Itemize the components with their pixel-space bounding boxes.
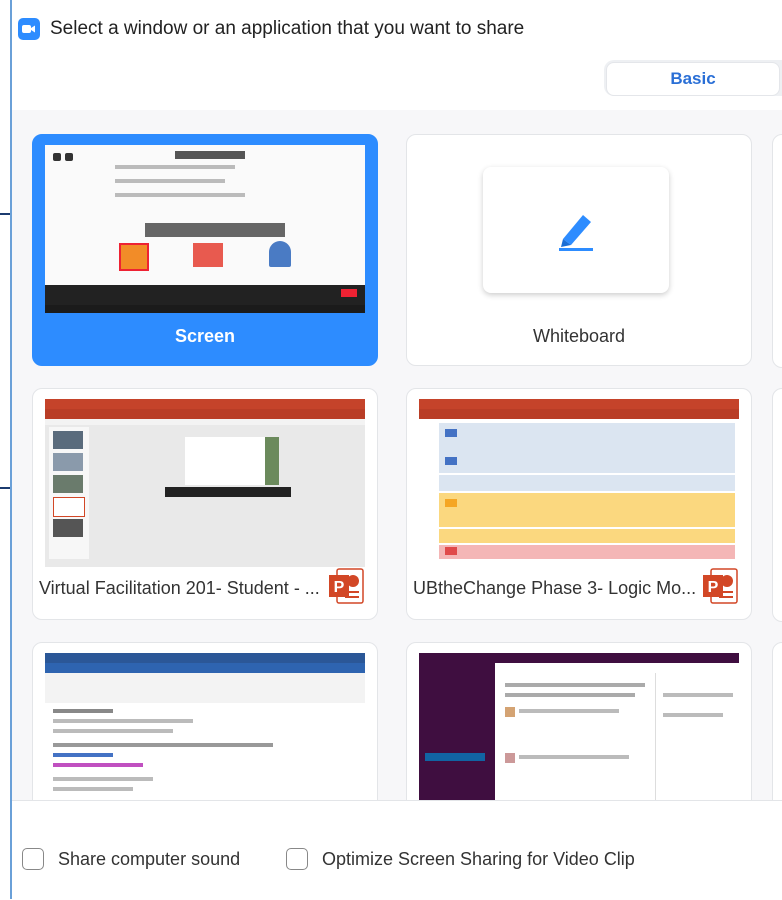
powerpoint-icon: P (703, 568, 738, 604)
share-card-outlook[interactable] (32, 642, 378, 800)
card-label-ppt-1: Virtual Facilitation 201- Student - ... (39, 578, 320, 598)
card-label-whiteboard: Whiteboard (532, 326, 626, 346)
share-card-slack[interactable] (406, 642, 752, 800)
slack-window-thumbnail (419, 653, 739, 800)
optimize-video-checkbox[interactable]: Optimize Screen Sharing for Video Clip (286, 848, 635, 870)
share-card-ppt-virtual-facilitation[interactable]: Virtual Facilitation 201- Student - ... … (32, 388, 378, 620)
share-options-grid: Screen Whiteboard Virtual Facilitation 2… (12, 110, 782, 800)
zoom-camera-icon (18, 18, 40, 40)
share-card-whiteboard[interactable]: Whiteboard (406, 134, 752, 366)
ppt-window-thumbnail (419, 399, 739, 567)
optimize-video-label: Optimize Screen Sharing for Video Clip (322, 848, 635, 869)
options-bar: Share computer sound Optimize Screen Sha… (12, 800, 782, 900)
share-card-ppt-ubthechange[interactable]: UBtheChange Phase 3- Logic Mo... P (406, 388, 752, 620)
dialog-title: Select a window or an application that y… (50, 18, 525, 39)
pencil-icon (559, 215, 593, 251)
share-dialog: Select a window or an application that y… (10, 0, 782, 900)
share-card-screen[interactable]: Screen (32, 134, 378, 366)
checkbox-box[interactable] (286, 848, 308, 870)
svg-text:P: P (334, 579, 345, 596)
ppt-window-thumbnail (45, 399, 365, 567)
title-bar: Select a window or an application that y… (12, 0, 782, 58)
card-label-screen: Screen (174, 326, 236, 346)
checkbox-box[interactable] (22, 848, 44, 870)
powerpoint-icon: P (329, 568, 364, 604)
share-card-partial[interactable] (772, 388, 782, 622)
share-card-partial[interactable] (772, 642, 782, 800)
screen-thumbnail (45, 145, 365, 313)
left-pointer-arrow (0, 213, 10, 215)
tab-bar: Basic (604, 60, 782, 96)
whiteboard-preview (483, 167, 669, 293)
share-computer-sound-label: Share computer sound (58, 848, 241, 869)
share-card-partial[interactable] (772, 134, 782, 368)
outlook-window-thumbnail (45, 653, 365, 800)
svg-text:P: P (708, 579, 719, 596)
left-pointer-arrow (0, 487, 10, 489)
card-label-ppt-2: UBtheChange Phase 3- Logic Mo... (413, 578, 697, 598)
tab-basic[interactable]: Basic (606, 62, 780, 96)
share-computer-sound-checkbox[interactable]: Share computer sound (22, 848, 240, 870)
